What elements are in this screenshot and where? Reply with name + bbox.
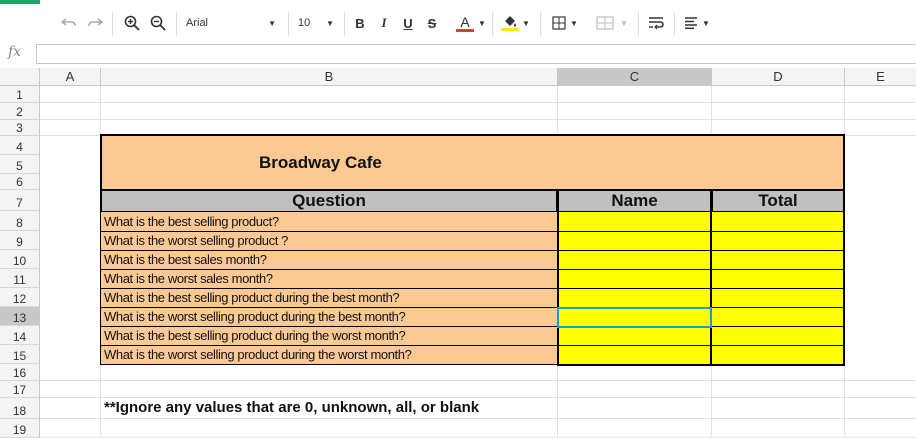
row-header[interactable]: 16 — [0, 364, 40, 381]
answer-name-cell[interactable] — [559, 289, 710, 307]
column-header-d[interactable]: D — [712, 68, 845, 86]
row-header[interactable]: 12 — [0, 288, 40, 307]
answer-total-cell[interactable] — [712, 289, 843, 307]
undo-icon[interactable] — [60, 12, 78, 34]
font-color-icon: A — [460, 13, 470, 30]
row-header[interactable]: 11 — [0, 269, 40, 288]
row-header[interactable]: 4 — [0, 136, 40, 155]
note-text[interactable]: **Ignore any values that are 0, unknown,… — [104, 398, 479, 418]
column-header-c[interactable]: C — [558, 68, 712, 86]
column-header-e[interactable]: E — [845, 68, 916, 86]
row-header[interactable]: 10 — [0, 250, 40, 269]
borders-icon[interactable] — [550, 12, 568, 34]
zoom-in-icon[interactable] — [122, 12, 142, 34]
column-header-b[interactable]: B — [101, 68, 558, 86]
answer-total-cell[interactable] — [712, 270, 843, 288]
column-header-a[interactable]: A — [40, 68, 101, 86]
merge-cells-icon[interactable] — [594, 12, 616, 34]
row-header[interactable]: 7 — [0, 190, 40, 211]
answer-name-cell[interactable] — [559, 232, 710, 250]
chevron-down-icon: ▼ — [326, 18, 334, 28]
header-name[interactable]: Name — [557, 189, 712, 213]
row-header[interactable]: 5 — [0, 155, 40, 174]
question-cell[interactable]: What is the worst selling product during… — [101, 346, 557, 364]
select-all-corner[interactable] — [0, 68, 40, 86]
row-header[interactable]: 15 — [0, 345, 40, 364]
row-header[interactable]: 13 — [0, 307, 40, 326]
answer-total-cell[interactable] — [712, 232, 843, 250]
answer-total-cell[interactable] — [712, 251, 843, 269]
question-cell[interactable]: What is the best selling product during … — [101, 327, 557, 346]
font-color-swatch — [456, 28, 474, 32]
answer-total-cell[interactable] — [712, 346, 843, 364]
answer-name-cell[interactable] — [559, 251, 710, 269]
chevron-down-icon[interactable]: ▼ — [570, 12, 578, 34]
row-header[interactable]: 3 — [0, 120, 40, 136]
chevron-down-icon[interactable]: ▼ — [620, 12, 628, 34]
chevron-down-icon[interactable]: ▼ — [522, 12, 530, 34]
formula-bar: fx — [0, 42, 916, 69]
question-cell[interactable]: What is the best selling product? — [101, 213, 557, 232]
row-header[interactable]: 9 — [0, 231, 40, 250]
question-cell[interactable]: What is the worst selling product ? — [101, 232, 557, 251]
header-question[interactable]: Question — [100, 189, 558, 213]
spreadsheet-grid[interactable]: A B C D E 1 2 3 4 5 6 7 8 9 10 11 12 13 … — [0, 68, 916, 438]
chevron-down-icon: ▼ — [268, 18, 276, 28]
answer-name-cell[interactable] — [559, 212, 710, 231]
sheet-title[interactable]: Broadway Cafe — [100, 134, 845, 190]
chevron-down-icon[interactable]: ▼ — [478, 12, 486, 34]
zoom-out-icon[interactable] — [148, 12, 168, 34]
redo-icon[interactable] — [86, 12, 104, 34]
toolbar: Arial ▼ 10 ▼ B I U S A ▼ ▼ ▼ ▼ ▼ — [0, 4, 916, 43]
fill-color-swatch — [501, 28, 519, 31]
answer-name-cell[interactable] — [559, 327, 710, 345]
question-cell[interactable]: What is the worst sales month? — [101, 270, 557, 289]
answer-name-cell[interactable] — [559, 346, 710, 364]
answer-total-cell[interactable] — [712, 327, 843, 345]
font-size-value: 10 — [298, 17, 311, 29]
row-header[interactable]: 8 — [0, 211, 40, 231]
align-icon[interactable] — [682, 12, 700, 34]
formula-input[interactable] — [36, 44, 916, 64]
function-icon: fx — [8, 44, 22, 60]
answer-total-cell[interactable] — [712, 308, 843, 326]
question-cell[interactable]: What is the best selling product during … — [101, 289, 557, 308]
paint-bucket-icon — [505, 16, 516, 27]
row-header[interactable]: 19 — [0, 419, 40, 438]
question-cell[interactable]: What is the best sales month? — [101, 251, 557, 270]
row-header[interactable]: 6 — [0, 174, 40, 190]
answer-name-cell[interactable] — [559, 270, 710, 288]
header-total[interactable]: Total — [711, 189, 845, 213]
wrap-text-icon[interactable] — [646, 12, 666, 34]
chevron-down-icon[interactable]: ▼ — [702, 12, 710, 34]
font-color-button[interactable]: A — [450, 12, 480, 34]
selected-cell[interactable] — [557, 307, 712, 328]
font-family-value: Arial — [186, 17, 209, 29]
italic-button[interactable]: I — [376, 12, 392, 34]
row-header[interactable]: 2 — [0, 103, 40, 120]
font-family-select[interactable]: Arial ▼ — [186, 12, 276, 34]
question-cell[interactable]: What is the worst selling product during… — [101, 308, 557, 327]
underline-button[interactable]: U — [400, 12, 416, 34]
font-size-select[interactable]: 10 ▼ — [298, 12, 334, 34]
row-header[interactable]: 18 — [0, 398, 40, 419]
answer-total-cell[interactable] — [712, 212, 843, 231]
row-header[interactable]: 1 — [0, 86, 40, 103]
row-header[interactable]: 17 — [0, 381, 40, 398]
sheet-title-text: Broadway Cafe — [259, 153, 382, 172]
row-header[interactable]: 14 — [0, 326, 40, 345]
fill-color-button[interactable] — [498, 12, 522, 34]
bold-button[interactable]: B — [352, 12, 368, 34]
strikethrough-button[interactable]: S — [424, 12, 440, 34]
